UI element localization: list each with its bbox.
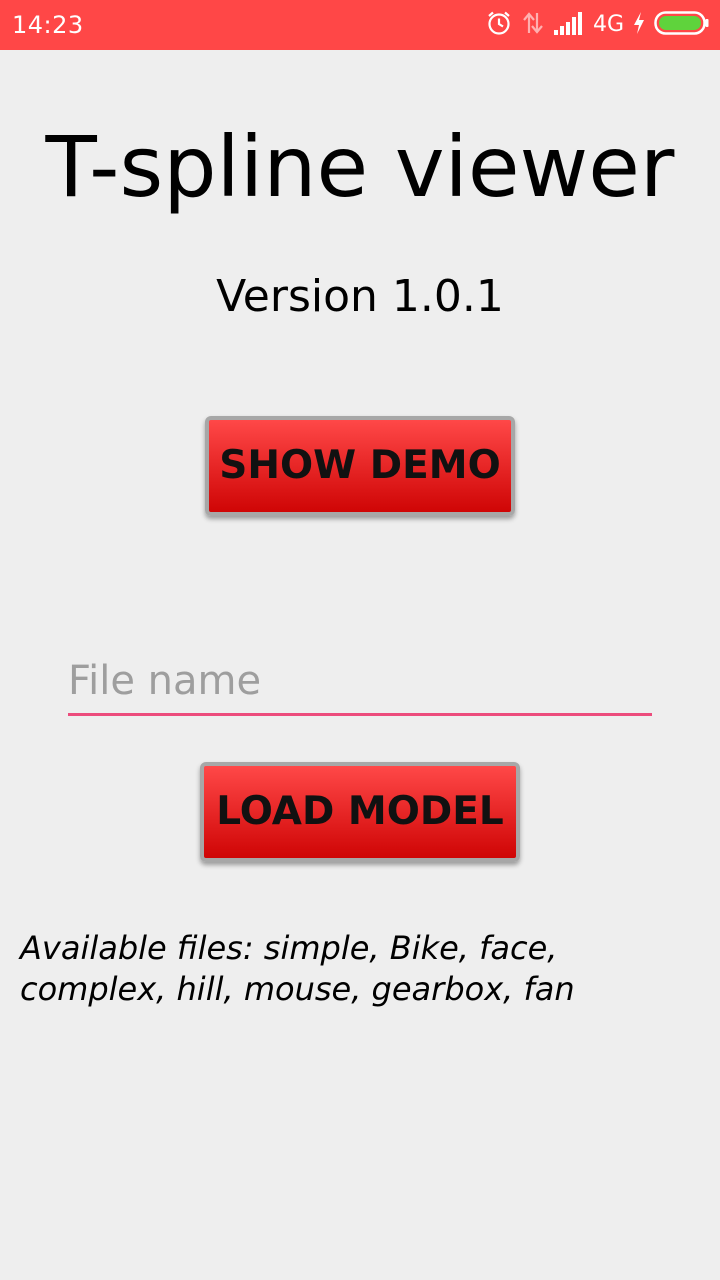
battery-icon bbox=[654, 10, 710, 40]
alarm-icon bbox=[485, 9, 513, 41]
status-bar: 14:23 4G bbox=[0, 0, 720, 50]
status-time: 14:23 bbox=[12, 11, 84, 39]
load-model-button[interactable]: LOAD MODEL bbox=[200, 762, 520, 862]
app-title: T-spline viewer bbox=[45, 118, 675, 216]
data-transfer-icon bbox=[521, 9, 545, 41]
show-demo-button[interactable]: SHOW DEMO bbox=[205, 416, 515, 516]
charging-icon bbox=[632, 11, 646, 39]
version-label: Version 1.0.1 bbox=[216, 271, 504, 322]
file-name-input[interactable] bbox=[68, 648, 652, 716]
status-icons: 4G bbox=[477, 8, 710, 42]
signal-icon bbox=[553, 10, 585, 40]
network-label: 4G bbox=[592, 12, 624, 37]
available-files-text: Available files: simple, Bike, face, com… bbox=[20, 929, 575, 1008]
